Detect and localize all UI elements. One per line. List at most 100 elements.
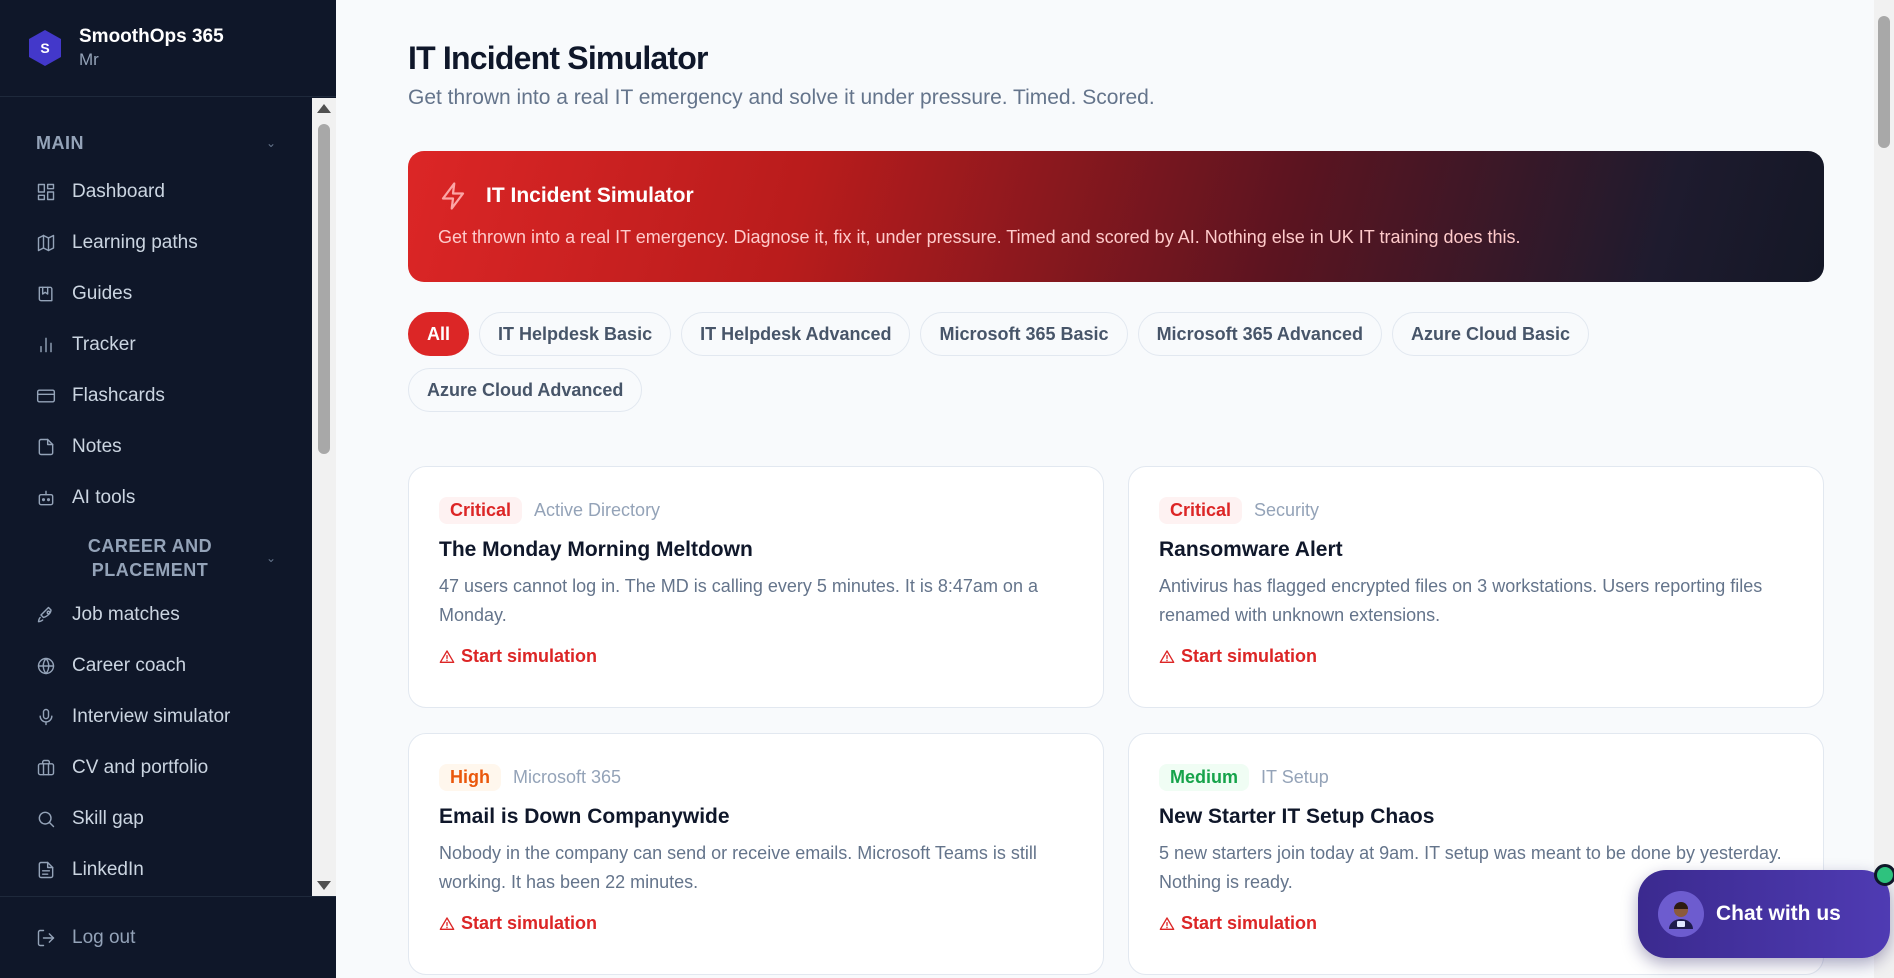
scenario-description: 47 users cannot log in. The MD is callin… [439,576,1038,625]
warning-icon [1159,916,1175,930]
filter-chips: All IT Helpdesk Basic IT Helpdesk Advanc… [408,312,1824,412]
sidebar-item-label: AI tools [72,486,136,508]
card-icon [36,388,56,403]
hero-title: IT Incident Simulator [486,184,694,207]
start-simulation-label: Start simulation [461,646,598,666]
chevron-down-icon: ⌄ [265,136,276,150]
chat-widget-button[interactable]: Chat with us [1638,870,1890,958]
scenario-title: Email is Down Companywide [439,805,730,828]
mic-icon [39,708,53,725]
support-avatar-icon [1658,891,1704,937]
logout-icon [37,929,55,946]
brand[interactable]: S SmoothOps 365 Mr [0,0,336,97]
section-career-toggle[interactable]: CAREER AND PLACEMENT ⌄ [0,527,312,589]
sidebar-item-guides[interactable]: Guides [0,268,312,319]
sidebar-item-tracker[interactable]: Tracker [0,319,312,370]
scenario-card: Critical Active Directory The Monday Mor… [408,466,1104,708]
sidebar-item-skill-gap[interactable]: Skill gap [0,793,312,844]
online-status-dot [1874,864,1894,886]
scenario-card: Critical Security Ransomware Alert Antiv… [1128,466,1824,708]
scrollbar-thumb[interactable] [318,124,330,454]
filter-it-helpdesk-basic[interactable]: IT Helpdesk Basic [479,312,672,356]
scenario-title: New Starter IT Setup Chaos [1159,805,1435,828]
sidebar: S SmoothOps 365 Mr MAIN ⌄ Dashboard Lear… [0,0,336,978]
sidebar-item-label: LinkedIn [72,858,144,880]
section-main-toggle[interactable]: MAIN ⌄ [0,120,312,166]
start-simulation-button[interactable]: Start simulation [439,646,1073,667]
page-scrollbar[interactable] [1874,0,1894,978]
filter-microsoft-365-basic[interactable]: Microsoft 365 Basic [920,312,1128,356]
scroll-down-arrow[interactable] [317,881,331,890]
logout-label: Log out [72,926,136,948]
sidebar-nav: MAIN ⌄ Dashboard Learning paths Guides T… [0,98,312,896]
scenario-card: High Microsoft 365 Email is Down Company… [408,733,1104,975]
sidebar-item-label: Job matches [72,603,180,625]
filter-it-helpdesk-advanced[interactable]: IT Helpdesk Advanced [681,312,911,356]
start-simulation-button[interactable]: Start simulation [439,913,1073,934]
sidebar-item-label: CV and portfolio [72,756,209,778]
file-icon [38,438,54,455]
start-simulation-button[interactable]: Start simulation [1159,646,1793,667]
category-label: Microsoft 365 [513,767,622,787]
scroll-up-arrow[interactable] [317,104,331,113]
book-icon [38,286,53,301]
filter-azure-cloud-basic[interactable]: Azure Cloud Basic [1391,312,1589,356]
document-icon [38,861,54,878]
filter-azure-cloud-advanced[interactable]: Azure Cloud Advanced [408,368,643,412]
brand-subtitle: Mr [79,50,99,69]
severity-badge: Medium [1159,764,1250,791]
section-career-label: CAREER AND PLACEMENT [87,536,213,580]
warning-icon [439,916,455,930]
hero-description: Get thrown into a real IT emergency. Dia… [438,227,1521,247]
sidebar-item-label: Learning paths [72,231,198,253]
globe-icon [37,657,55,674]
sidebar-item-label: Interview simulator [72,705,231,727]
brand-name: SmoothOps 365 [79,26,224,47]
scenario-title: Ransomware Alert [1159,538,1343,561]
severity-badge: Critical [1159,497,1243,524]
bar-chart-icon [40,337,52,352]
chevron-down-icon: ⌄ [265,551,276,565]
sidebar-scrollbar[interactable] [312,98,336,896]
briefcase-icon [37,759,55,775]
search-icon [38,811,55,827]
warning-icon [439,649,455,663]
svg-text:S: S [40,40,49,56]
category-label: Active Directory [534,500,661,520]
logout-button[interactable]: Log out [0,896,336,978]
sidebar-item-cv-portfolio[interactable]: CV and portfolio [0,742,312,793]
filter-all[interactable]: All [408,312,470,356]
sidebar-item-notes[interactable]: Notes [0,421,312,472]
sidebar-item-ai-tools[interactable]: AI tools [0,472,312,523]
filter-microsoft-365-advanced[interactable]: Microsoft 365 Advanced [1137,312,1382,356]
sidebar-item-interview-simulator[interactable]: Interview simulator [0,691,312,742]
severity-badge: Critical [439,497,523,524]
sidebar-item-job-matches[interactable]: Job matches [0,589,312,640]
hero-banner: IT Incident Simulator Get thrown into a … [408,151,1824,282]
start-simulation-label: Start simulation [1181,646,1318,666]
severity-badge: High [439,764,501,791]
sidebar-item-label: Skill gap [72,807,144,829]
lightning-icon [441,182,465,210]
page-title: IT Incident Simulator [408,40,708,76]
scenario-description: Nobody in the company can send or receiv… [439,843,1037,892]
scenario-grid: Critical Active Directory The Monday Mor… [408,466,1824,975]
sidebar-item-linkedin[interactable]: LinkedIn [0,844,312,895]
sidebar-item-career-coach[interactable]: Career coach [0,640,312,691]
sidebar-item-dashboard[interactable]: Dashboard [0,166,312,217]
sidebar-item-label: Flashcards [72,384,165,406]
sidebar-item-label: Tracker [72,333,136,355]
scenario-title: The Monday Morning Meltdown [439,538,753,561]
scenario-description: Antivirus has flagged encrypted files on… [1159,576,1763,625]
start-simulation-label: Start simulation [1181,913,1318,933]
category-label: Security [1254,500,1320,520]
scrollbar-thumb[interactable] [1878,16,1890,148]
sidebar-item-flashcards[interactable]: Flashcards [0,370,312,421]
map-icon [37,234,55,251]
sidebar-item-label: Notes [72,435,122,457]
sidebar-item-label: Dashboard [72,180,165,202]
sidebar-item-learning-paths[interactable]: Learning paths [0,217,312,268]
section-main-label: MAIN [36,132,84,153]
page-subtitle: Get thrown into a real IT emergency and … [408,86,1155,109]
chat-label: Chat with us [1716,902,1841,925]
